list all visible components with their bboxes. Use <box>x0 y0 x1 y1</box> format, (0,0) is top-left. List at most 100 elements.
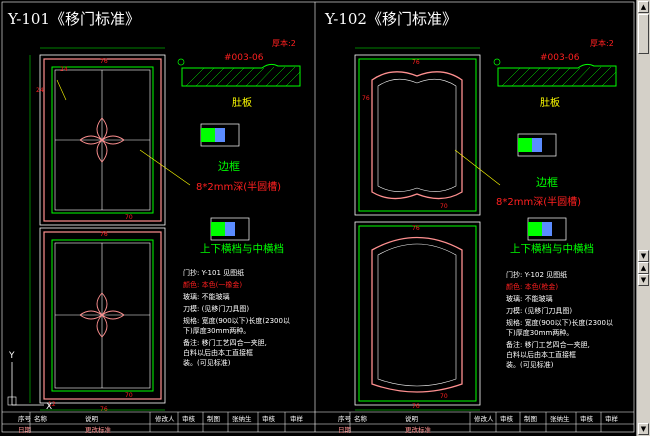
thickness-label: 厚本:2 <box>590 38 614 48</box>
footer-cell: 名称 <box>34 414 48 423</box>
edge-frame-insert <box>201 128 215 142</box>
title-block: 序号 名称 说明 修改人 审核 制图 张纳生 审核 审样 日期 更改标准 <box>2 411 315 434</box>
footer-cell: 审样 <box>290 414 304 423</box>
dim-label: 76 <box>100 58 108 65</box>
footer-cell: 审核 <box>500 414 514 423</box>
spec-block: 门抄: Y-101 见图纸 颜色: 本色(一橡金) 玻璃: 不能玻璃 刀模: (… <box>183 268 290 367</box>
profile-outline <box>497 63 617 87</box>
spec-line: 门抄: Y-101 见图纸 <box>183 268 244 277</box>
edge-frame-groove <box>215 128 225 142</box>
dim-label: 70 <box>125 214 133 221</box>
footer-cell: 名称 <box>354 414 368 423</box>
spec-line: 规格: 宽度(900以下)长度(2300以 <box>506 318 613 327</box>
spec-line: 装。(可见标准) <box>183 358 231 367</box>
spec-line: 玻璃: 不能玻璃 <box>506 294 553 303</box>
groove-note: 8*2mm深(半圆槽) <box>196 180 281 193</box>
spec-line: 规格: 宽度(900以下)长度(2300以 <box>183 316 290 325</box>
footer-cell: 制图 <box>207 414 220 423</box>
section-marker <box>493 58 501 66</box>
spec-line: 装。(可见标准) <box>506 360 554 369</box>
footer-cell: 制图 <box>524 414 537 423</box>
dim-label: 70 <box>440 393 448 400</box>
title-block: 序号 名称 说明 修改人 审核 制图 张纳生 审核 审样 日期 更改标准 <box>315 411 634 434</box>
arched-panel-upper <box>371 71 463 200</box>
footer-cell: 日期 <box>18 426 32 434</box>
rail-groove <box>225 222 235 236</box>
arched-panel-upper-inner <box>377 78 457 192</box>
scroll-up-arrow-icon[interactable]: ▲ <box>638 262 649 274</box>
footer-cell: 说明 <box>405 414 419 423</box>
rail-groove <box>542 222 552 236</box>
spec-line: 刀模: (见移门刀具图) <box>506 306 572 315</box>
spec-line: 备注: 移门工艺四合一夹胆, <box>506 340 590 349</box>
spec-line: 下)厚度30mm两种。 <box>506 328 573 337</box>
scroll-down-arrow-icon[interactable]: ▼ <box>638 250 649 262</box>
dimension-labels: 76 76 70 70 76 76 <box>362 59 448 410</box>
dim-label: 70 <box>440 203 448 210</box>
spec-block: 门抄: Y-102 见图纸 颜色: 本色(枪金) 玻璃: 不能玻璃 刀模: (见… <box>506 270 613 369</box>
section-label-edge: 边框 <box>536 176 558 189</box>
footer-cell: 审核 <box>262 414 276 423</box>
ucs-x-label: X <box>46 402 52 412</box>
leader <box>56 79 67 101</box>
profile-hatch <box>501 66 617 87</box>
footer-cell: 修改人 <box>474 414 494 423</box>
rail-insert <box>528 222 542 236</box>
spec-line: 玻璃: 不能玻璃 <box>183 292 230 301</box>
thickness-label: 厚本:2 <box>272 38 296 48</box>
footer-cell: 序号 <box>338 414 352 423</box>
footer-cell: 修改人 <box>155 414 175 423</box>
footer-cell: 序号 <box>18 414 32 423</box>
vertical-scrollbar[interactable]: ▲ ▼ ▲ ▼ ▼ <box>636 0 650 436</box>
section-label-belly: 肚板 <box>232 96 252 109</box>
scroll-down-arrow-icon[interactable]: ▼ <box>638 423 649 435</box>
spec-line: 备注: 移门工艺四合一夹胆, <box>183 338 267 347</box>
edge-frame-groove <box>532 138 542 152</box>
dim-label: 76 <box>412 59 420 66</box>
section-label-edge: 边框 <box>218 160 240 173</box>
section-label-rails: 上下横档与中横档 <box>510 242 594 255</box>
dimension-labels: 24 24 76 76 70 70 76 12 <box>36 58 133 413</box>
arched-panel-lower-inner <box>377 243 457 387</box>
cad-drawing-canvas[interactable]: Y-101《移门标准》 24 24 76 76 70 70 76 12 #003… <box>0 0 650 436</box>
footer-cell: 更改标准 <box>85 425 112 434</box>
section-label-rails: 上下横档与中横档 <box>200 242 284 255</box>
dim-label: 24 <box>60 66 68 73</box>
spec-line: 下)厚度30mm两种。 <box>183 326 250 335</box>
panel-y102: Y-102《移门标准》 76 76 70 70 76 76 #003-06 厚本… <box>315 10 634 434</box>
spec-line: 颜色: 本色(枪金) <box>506 282 558 291</box>
profile-hatch <box>185 66 301 87</box>
footer-cell: 审样 <box>605 414 619 423</box>
dim-label: 76 <box>412 225 420 232</box>
dim-label: 70 <box>125 392 133 399</box>
footer-cell: 张纳生 <box>550 414 570 423</box>
footer-cell: 张纳生 <box>232 414 252 423</box>
scroll-thumb[interactable] <box>638 14 649 54</box>
panel-title: Y-102《移门标准》 <box>324 10 457 28</box>
dim-label: 76 <box>100 231 108 238</box>
section-marker <box>177 58 185 66</box>
footer-cell: 日期 <box>338 426 352 434</box>
groove-note: 8*2mm深(半圆槽) <box>496 195 581 208</box>
profile-code: #003-06 <box>540 53 580 63</box>
profile-code: #003-06 <box>224 53 264 63</box>
arched-panel-lower <box>371 236 463 393</box>
spec-line: 颜色: 本色(一橡金) <box>183 280 242 289</box>
panel-y101: Y-101《移门标准》 24 24 76 76 70 70 76 12 #003… <box>2 10 315 434</box>
ucs-y-label: Y <box>8 351 15 361</box>
scroll-up-arrow-icon[interactable]: ▲ <box>638 1 649 13</box>
footer-cell: 审核 <box>182 414 196 423</box>
footer-cell: 更改标准 <box>405 425 432 434</box>
spec-line: 刀模: (见移门刀具图) <box>183 304 249 313</box>
door-lower-frame <box>358 225 477 402</box>
spec-line: 白料以后由本工直接框 <box>183 348 253 357</box>
footer-cell: 审核 <box>580 414 594 423</box>
panel-title: Y-101《移门标准》 <box>7 10 140 28</box>
dim-label: 76 <box>362 95 370 102</box>
dim-label: 76 <box>412 403 420 410</box>
scroll-down-arrow-icon[interactable]: ▼ <box>638 274 649 286</box>
rail-insert <box>211 222 225 236</box>
edge-frame-insert <box>518 138 532 152</box>
profile-outline <box>181 63 301 87</box>
section-label-belly: 肚板 <box>540 96 560 109</box>
